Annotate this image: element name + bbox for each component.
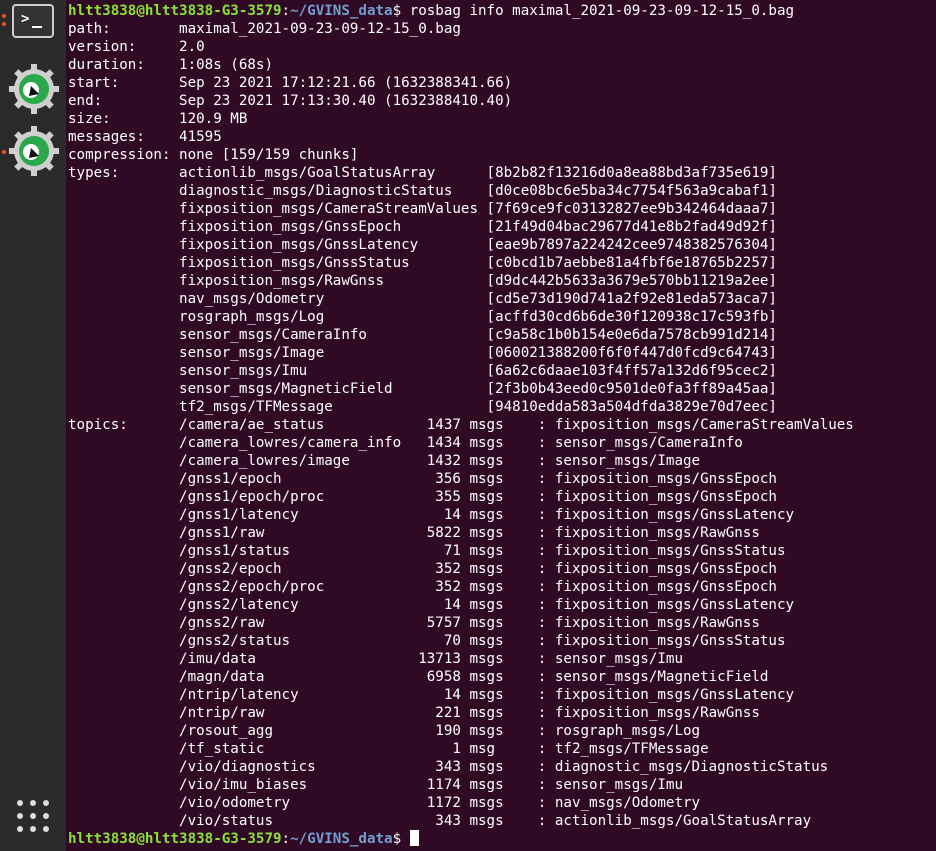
type-line: rosgraph_msgs/Log [acffd30cd6b6de30f1209…	[68, 309, 777, 325]
type-line: fixposition_msgs/GnssStatus [c0bcd1b7aeb…	[68, 255, 777, 271]
running-indicator	[2, 150, 6, 154]
topic-line: /gnss1/raw 5822 msgs : fixposition_msgs/…	[68, 525, 760, 541]
prompt-user-host: hltt3838@hltt3838-G3-3579	[68, 3, 282, 19]
terminal-icon: >	[12, 4, 54, 38]
type-line: sensor_msgs/Image [060021388200f6f0f447d…	[68, 345, 777, 361]
topic-line: /gnss1/epoch/proc 355 msgs : fixposition…	[68, 489, 777, 505]
prompt-symbol: $	[392, 831, 410, 847]
command-text: rosbag info maximal_2021-09-23-09-12-15_…	[409, 3, 795, 19]
type-line: types: actionlib_msgs/GoalStatusArray [8…	[68, 165, 777, 181]
type-line: tf2_msgs/TFMessage [94810edda583a504dfda…	[68, 399, 777, 415]
type-line: fixposition_msgs/GnssLatency [eae9b7897a…	[68, 237, 777, 253]
dock: >	[0, 0, 66, 851]
topic-line: /gnss1/latency 14 msgs : fixposition_msg…	[68, 507, 795, 523]
topic-line: /ntrip/latency 14 msgs : fixposition_msg…	[68, 687, 795, 703]
info-line: version: 2.0	[68, 39, 205, 55]
running-indicator	[2, 22, 6, 26]
text-cursor	[409, 830, 419, 846]
topic-line: /vio/diagnostics 343 msgs : diagnostic_m…	[68, 759, 829, 775]
info-line: size: 120.9 MB	[68, 111, 248, 127]
topic-line: /imu/data 13713 msgs : sensor_msgs/Imu	[68, 651, 683, 667]
topic-line: /gnss2/epoch 352 msgs : fixposition_msgs…	[68, 561, 777, 577]
topic-line: /vio/odometry 1172 msgs : nav_msgs/Odome…	[68, 795, 701, 811]
running-indicator	[2, 14, 6, 18]
topic-line: /camera_lowres/image 1432 msgs : sensor_…	[68, 453, 701, 469]
bag-info-section: path: maximal_2021-09-23-09-12-15_0.bagv…	[68, 20, 936, 164]
terminal-output[interactable]: hltt3838@hltt3838-G3-3579:~/GVINS_data$ …	[68, 0, 936, 851]
green-gear-app-icon[interactable]	[9, 64, 59, 114]
final-prompt-line[interactable]: hltt3838@hltt3838-G3-3579:~/GVINS_data$	[68, 830, 936, 848]
type-line: nav_msgs/Odometry [cd5e73d190d741a2f92e8…	[68, 291, 777, 307]
show-applications-icon[interactable]	[17, 800, 51, 834]
green-gear-app-icon[interactable]	[9, 126, 59, 176]
type-line: fixposition_msgs/GnssEpoch [21f49d04bac2…	[68, 219, 777, 235]
prompt-user-host: hltt3838@hltt3838-G3-3579	[68, 831, 282, 847]
info-line: compression: none [159/159 chunks]	[68, 147, 359, 163]
type-line: sensor_msgs/CameraInfo [c9a58c1b0b154e0e…	[68, 327, 777, 343]
topic-line: /gnss2/epoch/proc 352 msgs : fixposition…	[68, 579, 777, 595]
topic-line: /magn/data 6958 msgs : sensor_msgs/Magne…	[68, 669, 769, 685]
topic-line: /tf_static 1 msg : tf2_msgs/TFMessage	[68, 741, 709, 757]
topic-line: /rosout_agg 190 msgs : rosgraph_msgs/Log	[68, 723, 701, 739]
prompt-path: ~/GVINS_data	[290, 3, 393, 19]
topic-line: /ntrip/raw 221 msgs : fixposition_msgs/R…	[68, 705, 760, 721]
prompt-symbol: $	[392, 3, 410, 19]
terminal-app-icon[interactable]: >	[6, 0, 60, 44]
type-line: diagnostic_msgs/DiagnosticStatus [d0ce08…	[68, 183, 777, 199]
topic-line: /gnss1/status 71 msgs : fixposition_msgs…	[68, 543, 786, 559]
prompt-path: ~/GVINS_data	[290, 831, 393, 847]
type-line: sensor_msgs/MagneticField [2f3b0b43eed0c…	[68, 381, 777, 397]
type-line: fixposition_msgs/CameraStreamValues [7f6…	[68, 201, 777, 217]
prompt-colon: :	[281, 3, 291, 19]
topic-line: /gnss2/raw 5757 msgs : fixposition_msgs/…	[68, 615, 760, 631]
info-line: start: Sep 23 2021 17:12:21.66 (16323883…	[68, 75, 513, 91]
prompt-colon: :	[281, 831, 291, 847]
topic-line: /gnss2/latency 14 msgs : fixposition_msg…	[68, 597, 795, 613]
type-line: sensor_msgs/Imu [6a62c6daae103f4ff57a132…	[68, 363, 777, 379]
topics-section: topics: /camera/ae_status 1437 msgs : fi…	[68, 416, 936, 830]
types-section: types: actionlib_msgs/GoalStatusArray [8…	[68, 164, 936, 416]
command-prompt-line: hltt3838@hltt3838-G3-3579:~/GVINS_data$ …	[68, 2, 936, 20]
topic-line: /vio/imu_biases 1174 msgs : sensor_msgs/…	[68, 777, 683, 793]
info-line: end: Sep 23 2021 17:13:30.40 (1632388410…	[68, 93, 513, 109]
type-line: fixposition_msgs/RawGnss [d9dc442b5633a3…	[68, 273, 777, 289]
info-line: messages: 41595	[68, 129, 222, 145]
info-line: duration: 1:08s (68s)	[68, 57, 273, 73]
topic-line: topics: /camera/ae_status 1437 msgs : fi…	[68, 417, 854, 433]
topic-line: /gnss1/epoch 356 msgs : fixposition_msgs…	[68, 471, 777, 487]
topic-line: /vio/status 343 msgs : actionlib_msgs/Go…	[68, 813, 812, 829]
topic-line: /gnss2/status 70 msgs : fixposition_msgs…	[68, 633, 786, 649]
info-line: path: maximal_2021-09-23-09-12-15_0.bag	[68, 21, 461, 37]
topic-line: /camera_lowres/camera_info 1434 msgs : s…	[68, 435, 743, 451]
